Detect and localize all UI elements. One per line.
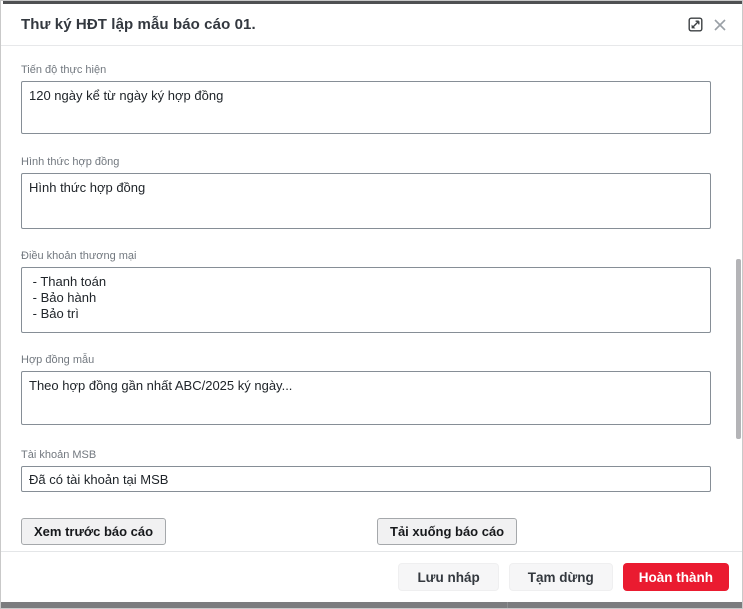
field-contract-template-label: Hợp đồng mẫu — [21, 354, 711, 366]
scrollbar-seam — [507, 602, 508, 608]
horizontal-scrollbar[interactable] — [1, 602, 742, 608]
field-contract-template: Hợp đồng mẫu Theo hợp đồng gần nhất ABC/… — [21, 354, 711, 425]
field-contract-type: Hình thức hợp đồng Hình thức hợp đồng — [21, 156, 711, 229]
modal-header: Thư ký HĐT lập mẫu báo cáo 01. — [1, 4, 742, 46]
commercial-terms-textarea[interactable]: - Thanh toán - Bảo hành - Bảo trì — [21, 267, 711, 333]
field-commercial-terms: Điều khoản thương mại - Thanh toán - Bảo… — [21, 250, 711, 333]
field-progress: Tiến độ thực hiện 120 ngày kể từ ngày ký… — [21, 64, 711, 134]
field-msb-account: Tài khoản MSB — [21, 449, 711, 492]
contract-type-textarea[interactable]: Hình thức hợp đồng — [21, 173, 711, 229]
pause-button[interactable]: Tạm dừng — [509, 563, 613, 591]
expand-icon-glyph — [688, 17, 703, 32]
download-report-button[interactable]: Tải xuống báo cáo — [377, 518, 517, 545]
field-msb-account-label: Tài khoản MSB — [21, 449, 711, 461]
progress-textarea[interactable]: 120 ngày kể từ ngày ký hợp đồng — [21, 81, 711, 134]
save-draft-button[interactable]: Lưu nháp — [398, 563, 498, 591]
vertical-scrollbar-thumb[interactable] — [736, 259, 741, 439]
field-contract-type-label: Hình thức hợp đồng — [21, 156, 711, 168]
expand-icon[interactable] — [687, 17, 703, 33]
close-icon-glyph — [713, 18, 727, 32]
report-actions-row: Xem trước báo cáo Tải xuống báo cáo — [21, 518, 711, 545]
close-icon[interactable] — [712, 17, 728, 33]
modal-footer: Lưu nháp Tạm dừng Hoàn thành — [1, 551, 742, 602]
modal-title: Thư ký HĐT lập mẫu báo cáo 01. — [21, 16, 256, 33]
preview-report-button[interactable]: Xem trước báo cáo — [21, 518, 166, 545]
modal-body: Tiến độ thực hiện 120 ngày kể từ ngày ký… — [1, 47, 742, 545]
contract-template-textarea[interactable]: Theo hợp đồng gần nhất ABC/2025 ký ngày.… — [21, 371, 711, 425]
report-modal: Thư ký HĐT lập mẫu báo cáo 01. Tiến độ t… — [0, 0, 743, 609]
complete-button[interactable]: Hoàn thành — [623, 563, 729, 591]
field-commercial-terms-label: Điều khoản thương mại — [21, 250, 711, 262]
field-progress-label: Tiến độ thực hiện — [21, 64, 711, 76]
msb-account-input[interactable] — [21, 466, 711, 492]
